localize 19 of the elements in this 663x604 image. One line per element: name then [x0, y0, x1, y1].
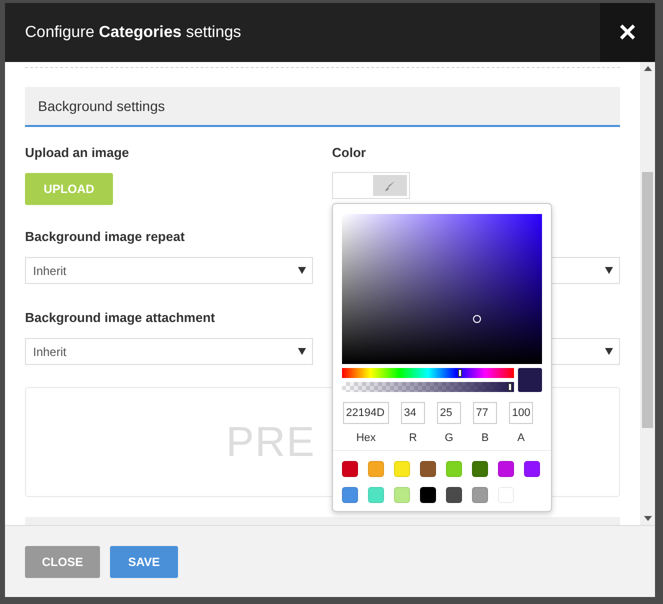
dialog-title: Configure Categories settings: [24, 24, 242, 42]
color-value-input[interactable]: 22194D: [343, 402, 389, 424]
select-field[interactable]: Inherit: [25, 257, 313, 284]
field-label: Upload an image: [25, 145, 130, 161]
field-label: Color: [332, 145, 367, 161]
color-value-input[interactable]: 77: [473, 402, 497, 424]
color-value-input[interactable]: 25: [437, 402, 461, 424]
section-header: Background settings: [25, 87, 620, 127]
input-label: G: [444, 432, 454, 444]
input-label: R: [408, 432, 418, 444]
input-label: A: [516, 432, 526, 444]
input-label: B: [480, 432, 490, 444]
input-label: Hex: [355, 432, 377, 444]
close-button[interactable]: ×: [600, 3, 655, 62]
select-field[interactable]: Inherit: [25, 338, 313, 365]
field-label: Background image repeat: [25, 229, 186, 245]
color-value-input[interactable]: 34: [401, 402, 425, 424]
color-value-input[interactable]: 100: [509, 402, 533, 424]
field-label: Background image attachment: [25, 310, 216, 326]
